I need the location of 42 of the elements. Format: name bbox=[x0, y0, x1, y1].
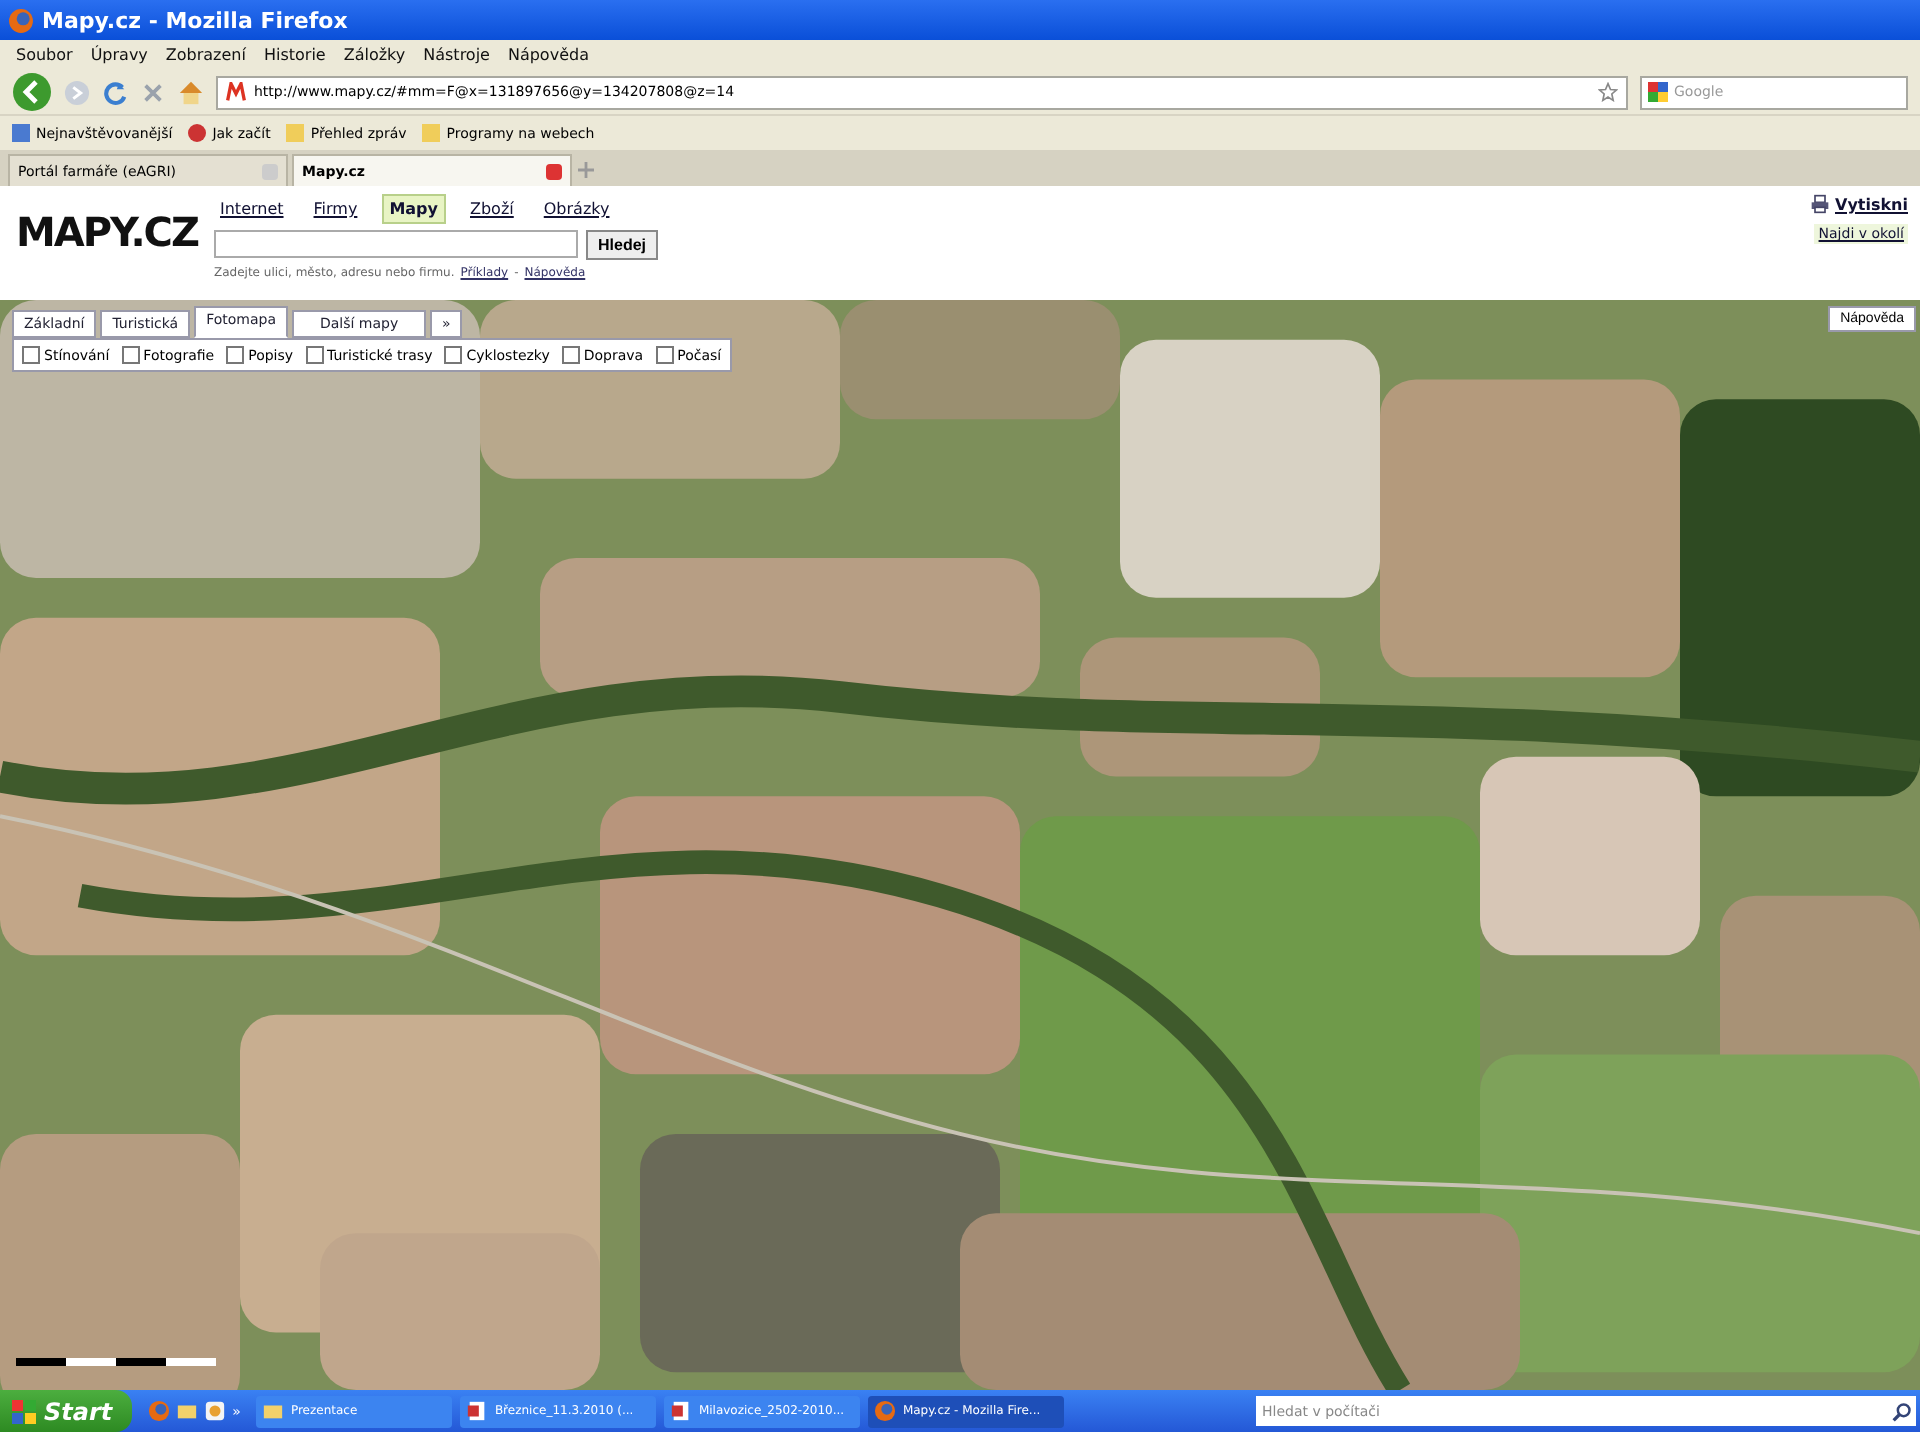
search-engine-icon bbox=[1648, 82, 1668, 102]
browser-logo-icon bbox=[8, 7, 34, 33]
menu-item[interactable]: Nástroje bbox=[423, 46, 490, 64]
service-tab[interactable]: Internet bbox=[214, 196, 290, 222]
scale-bar-icon bbox=[16, 1354, 216, 1370]
layer-checkbox[interactable] bbox=[305, 346, 324, 364]
search-button[interactable]: Hledej bbox=[586, 230, 659, 260]
menu-item[interactable]: Nápověda bbox=[507, 46, 589, 64]
search-field[interactable] bbox=[214, 230, 578, 258]
layer-checkbox[interactable] bbox=[226, 346, 245, 364]
layer-checkbox[interactable] bbox=[561, 346, 580, 364]
search-icon[interactable] bbox=[1892, 1401, 1912, 1421]
service-tab[interactable]: Mapy bbox=[381, 194, 446, 224]
browser-icon bbox=[874, 1400, 897, 1422]
service-tab[interactable]: Obrázky bbox=[537, 196, 616, 222]
print-link[interactable]: Vytiskni bbox=[1835, 195, 1908, 213]
document-icon bbox=[670, 1400, 693, 1422]
layer-checkbox[interactable] bbox=[655, 346, 674, 364]
document-icon bbox=[466, 1400, 489, 1422]
windows-logo-icon bbox=[12, 1399, 36, 1423]
service-tab[interactable]: Firmy bbox=[307, 196, 364, 222]
site-icon bbox=[226, 82, 246, 102]
layer-checkbox[interactable] bbox=[22, 346, 40, 364]
layer-checkbox[interactable] bbox=[444, 346, 463, 364]
layer-checkbox[interactable] bbox=[121, 346, 140, 364]
start-button[interactable]: Start bbox=[0, 1390, 133, 1432]
reload-icon[interactable] bbox=[102, 79, 128, 105]
service-tab[interactable]: Zboží bbox=[464, 196, 520, 222]
menu-item[interactable]: Záložky bbox=[343, 46, 406, 64]
menu-item[interactable]: Soubor bbox=[16, 46, 73, 64]
media-icon[interactable] bbox=[204, 1400, 227, 1422]
window-title: Mapy.cz - Mozilla Firefox bbox=[42, 7, 348, 33]
menu-item[interactable]: Historie bbox=[263, 46, 326, 64]
folder-icon[interactable] bbox=[176, 1400, 199, 1422]
star-icon[interactable] bbox=[1598, 82, 1618, 102]
home-icon[interactable] bbox=[178, 79, 204, 105]
folder-icon bbox=[262, 1400, 285, 1422]
satellite-map-drawing[interactable] bbox=[0, 300, 1920, 1390]
printer-icon[interactable] bbox=[1809, 194, 1829, 214]
menu-item[interactable]: Zobrazení bbox=[165, 46, 246, 64]
menu-item[interactable]: Úpravy bbox=[90, 46, 148, 64]
site-logo[interactable]: MAPY.CZ bbox=[16, 210, 198, 254]
